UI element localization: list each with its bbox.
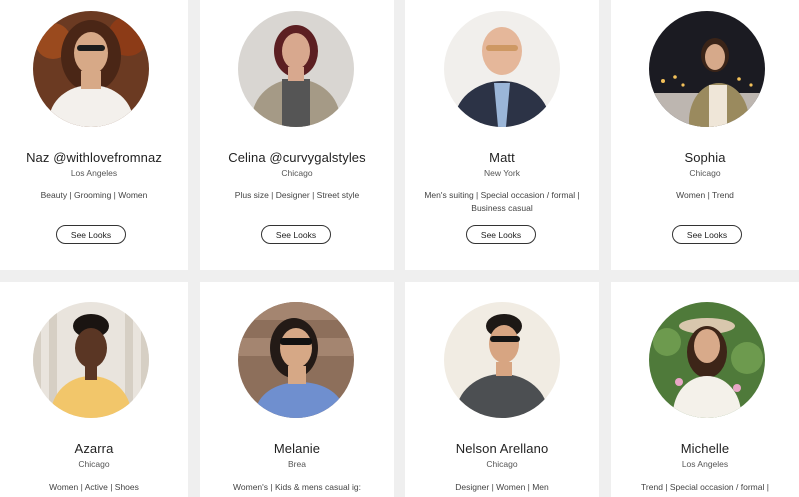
- avatar[interactable]: [444, 11, 560, 127]
- stylist-card[interactable]: Nelson Arellano Chicago Designer | Women…: [405, 282, 599, 497]
- see-looks-button[interactable]: See Looks: [261, 225, 331, 244]
- stylist-name: Azarra: [74, 441, 114, 456]
- stylist-card[interactable]: Azarra Chicago Women | Active | Shoes: [0, 282, 188, 497]
- stylist-card[interactable]: Sophia Chicago Women | Trend See Looks: [611, 0, 799, 270]
- avatar[interactable]: [444, 302, 560, 418]
- stylist-city: Chicago: [689, 168, 721, 178]
- stylist-city: New York: [484, 168, 520, 178]
- stylist-name: Melanie: [273, 441, 321, 456]
- avatar[interactable]: [649, 302, 765, 418]
- stylist-tags: Men's suiting | Special occasion / forma…: [424, 190, 580, 213]
- stylist-card[interactable]: Naz @withlovefromnaz Los Angeles Beauty …: [0, 0, 188, 270]
- stylist-name: Naz @withlovefromnaz: [26, 150, 162, 165]
- stylist-city: Brea: [288, 459, 306, 469]
- stylist-city: Los Angeles: [681, 459, 729, 469]
- see-looks-button[interactable]: See Looks: [672, 225, 742, 244]
- stylist-name: Michelle: [680, 441, 730, 456]
- stylist-city: Chicago: [486, 459, 518, 469]
- see-looks-button[interactable]: See Looks: [56, 225, 126, 244]
- stylist-tags: Designer | Women | Men: [455, 482, 549, 492]
- stylist-name: Sophia: [684, 150, 726, 165]
- stylist-tags: Women's | Kids & mens casual ig:: [233, 482, 361, 492]
- stylist-name: Matt: [489, 150, 515, 165]
- see-looks-button[interactable]: See Looks: [466, 225, 536, 244]
- stylist-tags: Beauty | Grooming | Women: [40, 190, 148, 200]
- avatar[interactable]: [238, 302, 354, 418]
- stylist-card[interactable]: Celina @curvygalstyles Chicago Plus size…: [200, 0, 394, 270]
- stylist-name: Celina @curvygalstyles: [228, 150, 366, 165]
- stylist-card[interactable]: Melanie Brea Women's | Kids & mens casua…: [200, 282, 394, 497]
- stylist-city: Chicago: [78, 459, 110, 469]
- stylist-card[interactable]: Matt New York Men's suiting | Special oc…: [405, 0, 599, 270]
- stylist-tags: Women | Trend: [676, 190, 734, 200]
- avatar[interactable]: [238, 11, 354, 127]
- stylist-city: Los Angeles: [70, 168, 118, 178]
- stylist-tags: Trend | Special occasion / formal | Desi…: [641, 482, 769, 497]
- stylist-card[interactable]: Michelle Los Angeles Trend | Special occ…: [611, 282, 799, 497]
- stylist-name: Nelson Arellano: [455, 441, 549, 456]
- stylist-city: Chicago: [281, 168, 313, 178]
- avatar[interactable]: [33, 11, 149, 127]
- stylist-tags: Plus size | Designer | Street style: [234, 190, 360, 200]
- stylist-tags: Women | Active | Shoes: [49, 482, 139, 492]
- avatar[interactable]: [649, 11, 765, 127]
- avatar[interactable]: [33, 302, 149, 418]
